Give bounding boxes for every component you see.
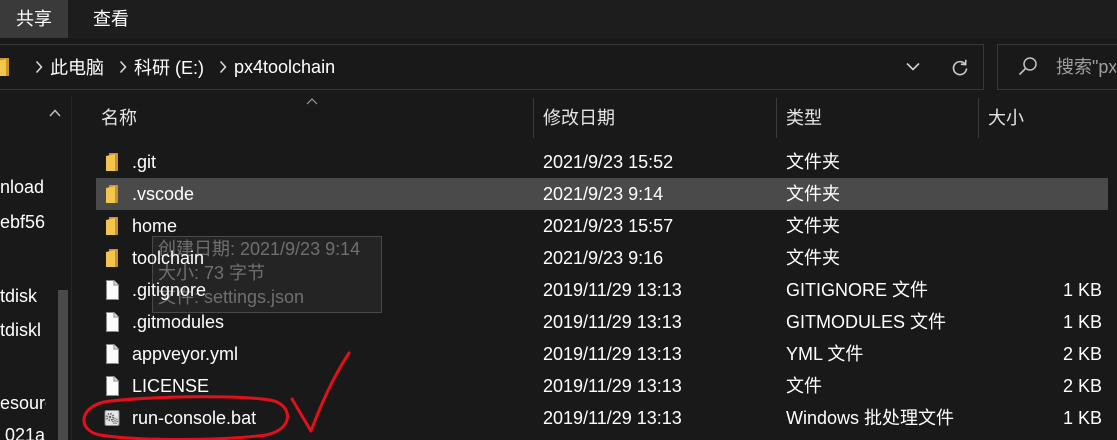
file-size: 1 KB — [1062, 408, 1102, 428]
file-type: GITMODULES 文件 — [786, 312, 947, 332]
column-header-modified[interactable]: 修改日期 — [543, 96, 615, 140]
nav-item[interactable]: ebf56 — [0, 211, 45, 233]
file-modified-date: 2021/9/23 15:52 — [543, 152, 674, 172]
scroll-up-icon[interactable] — [49, 108, 61, 118]
file-name: appveyor.yml — [132, 344, 239, 364]
file-type: GITIGNORE 文件 — [786, 280, 929, 300]
breadcrumb-px4toolchain[interactable]: px4toolchain — [234, 57, 335, 78]
ribbon-tab-bar: 共享 查看 — [0, 0, 1117, 38]
file-row[interactable]: appveyor.yml 2019/11/29 13:13 YML 文件 2 KB — [96, 338, 1108, 370]
column-header-name[interactable]: 名称 — [101, 96, 137, 140]
nav-item[interactable]: esourc — [0, 392, 46, 414]
file-row[interactable]: .gitignore 2019/11/29 13:13 GITIGNORE 文件 1 … — [96, 274, 1108, 306]
chevron-right-icon[interactable] — [219, 60, 227, 74]
file-modified-date: 2021/9/23 9:14 — [543, 184, 664, 204]
address-bar-row: 此电脑 科研 (E:) px4toolchain — [0, 38, 1117, 96]
chevron-down-icon[interactable] — [906, 62, 920, 71]
file-name: toolchain — [132, 248, 205, 268]
tab-share[interactable]: 共享 — [0, 0, 68, 38]
file-icon — [106, 280, 119, 300]
file-icon — [106, 344, 119, 364]
file-size: 1 KB — [1062, 280, 1102, 300]
file-type: 文件夹 — [786, 184, 840, 204]
column-divider[interactable] — [978, 98, 979, 138]
file-icon — [106, 376, 119, 396]
tab-view[interactable]: 查看 — [77, 0, 145, 38]
file-row[interactable]: .git 2021/9/23 15:52 文件夹 — [96, 146, 1108, 178]
column-divider[interactable] — [533, 98, 534, 138]
file-name: LICENSE — [132, 376, 210, 396]
file-row[interactable]: .vscode 2021/9/23 9:14 文件夹 — [96, 178, 1108, 210]
file-modified-date: 2021/9/23 9:16 — [543, 248, 664, 268]
file-name: .gitmodules — [132, 312, 225, 332]
folder-icon — [106, 249, 118, 267]
file-type: 文件 — [786, 376, 822, 396]
nav-item[interactable]: tdisk — [0, 285, 37, 307]
file-row[interactable]: .gitmodules 2019/11/29 13:13 GITMODULES 文件… — [96, 306, 1108, 338]
chevron-right-icon[interactable] — [119, 60, 127, 74]
file-modified-date: 2021/9/23 15:57 — [543, 216, 674, 236]
nav-item[interactable]: 021a — [5, 424, 45, 440]
file-icon — [106, 312, 119, 332]
chevron-right-icon[interactable] — [35, 60, 43, 74]
refresh-icon[interactable] — [951, 57, 969, 77]
file-name: .git — [132, 152, 157, 172]
navigation-pane: nload ebf56 tdisk tdiskl esourc 021a — [0, 96, 72, 440]
file-row[interactable]: toolchain 2021/9/23 9:16 文件夹 — [96, 242, 1108, 274]
file-type: 文件夹 — [786, 216, 840, 236]
sort-ascending-icon — [306, 98, 318, 105]
file-modified-date: 2019/11/29 13:13 — [543, 376, 682, 396]
folder-icon — [106, 153, 118, 171]
folder-icon — [106, 185, 118, 203]
column-divider[interactable] — [776, 98, 777, 138]
nav-scrollbar-thumb[interactable] — [58, 290, 68, 440]
nav-item[interactable]: tdiskl — [0, 319, 41, 341]
folder-icon — [0, 58, 9, 76]
column-header-size[interactable]: 大小 — [988, 96, 1024, 140]
breadcrumb-drive-e[interactable]: 科研 (E:) — [134, 54, 204, 80]
file-name: run-console.bat — [132, 408, 257, 428]
search-box[interactable] — [997, 44, 1117, 90]
file-modified-date: 2019/11/29 13:13 — [543, 408, 682, 428]
file-type: 文件夹 — [786, 248, 840, 268]
column-header-type[interactable]: 类型 — [786, 96, 822, 140]
nav-item[interactable]: nload — [0, 176, 44, 198]
search-icon[interactable] — [1018, 56, 1038, 78]
file-size: 1 KB — [1062, 312, 1102, 332]
file-type: Windows 批处理文件 — [786, 408, 955, 428]
file-row[interactable]: home 2021/9/23 15:57 文件夹 — [96, 210, 1108, 242]
folder-icon — [106, 217, 118, 235]
breadcrumb-this-pc[interactable]: 此电脑 — [50, 54, 104, 80]
file-size: 2 KB — [1062, 376, 1102, 396]
file-type: YML 文件 — [786, 344, 864, 364]
file-row[interactable]: run-console.bat 2019/11/29 13:13 Windows 批… — [96, 402, 1108, 434]
file-name: home — [132, 216, 178, 236]
navigation-items: nload ebf56 tdisk tdiskl esourc 021a — [0, 96, 46, 440]
file-modified-date: 2019/11/29 13:13 — [543, 344, 682, 364]
file-name: .gitignore — [132, 280, 207, 300]
file-name: .vscode — [132, 184, 195, 204]
file-type: 文件夹 — [786, 152, 840, 172]
file-modified-date: 2019/11/29 13:13 — [543, 312, 682, 332]
file-size: 2 KB — [1062, 344, 1102, 364]
breadcrumb: 此电脑 科研 (E:) px4toolchain — [0, 44, 335, 90]
search-input[interactable] — [1056, 45, 1116, 89]
file-modified-date: 2019/11/29 13:13 — [543, 280, 682, 300]
file-row[interactable]: LICENSE 2019/11/29 13:13 文件 2 KB — [96, 370, 1108, 402]
batch-file-icon — [104, 409, 120, 427]
file-list: .git 2021/9/23 15:52 文件夹 .vscode 2021/9/23 9… — [96, 146, 1108, 434]
